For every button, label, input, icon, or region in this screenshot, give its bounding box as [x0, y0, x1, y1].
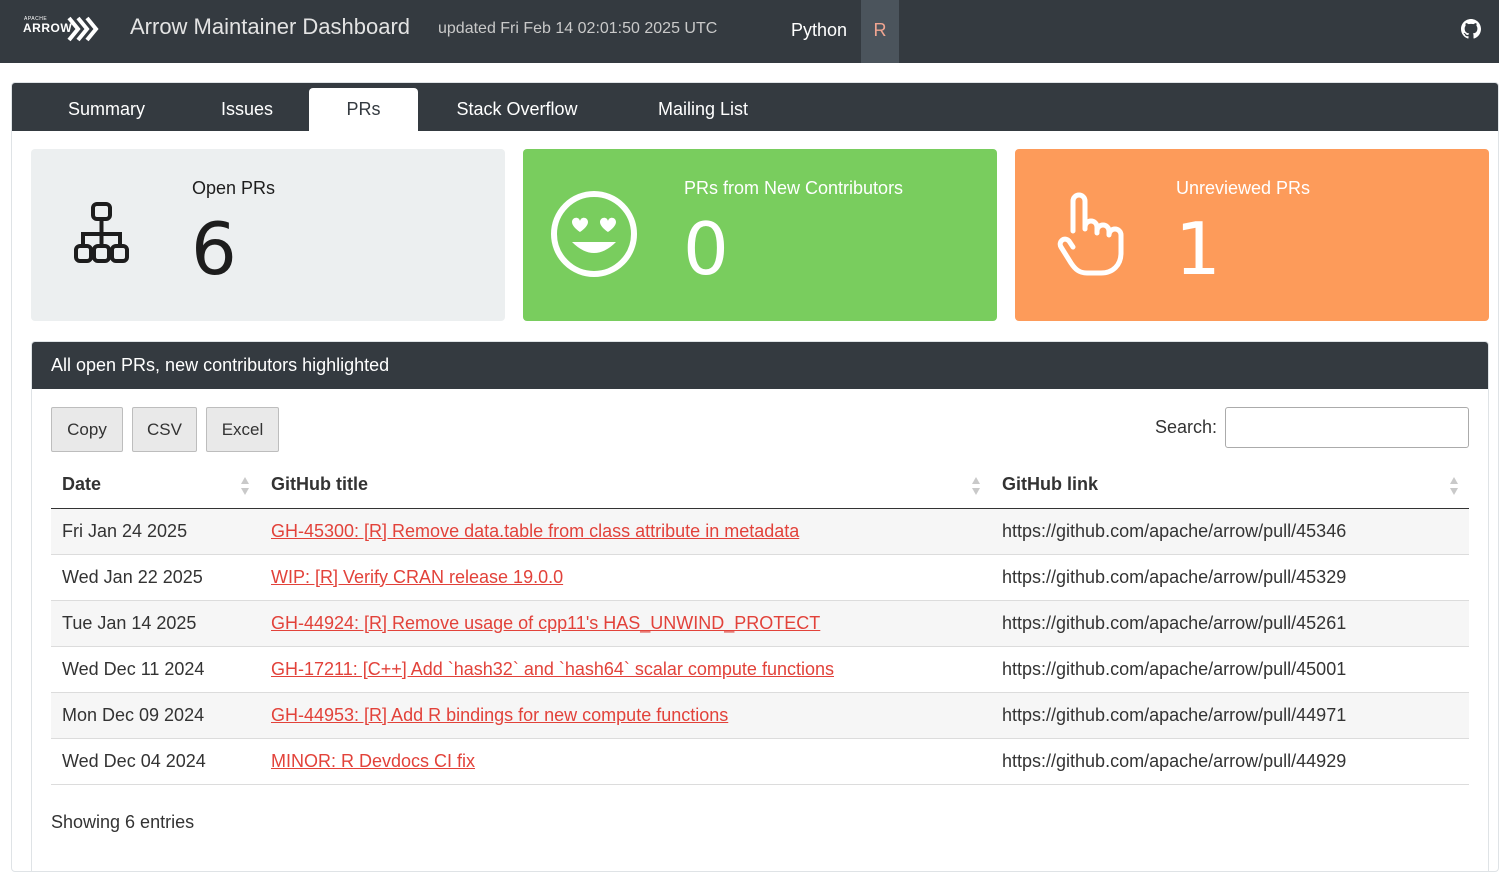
new-contributors-box: PRs from New Contributors 0: [523, 149, 997, 321]
top-navbar: APACHE ARROW Arrow Maintainer Dashboard …: [0, 0, 1499, 63]
column-header-title[interactable]: GitHub title: [260, 462, 991, 509]
row-link: https://github.com/apache/arrow/pull/452…: [991, 600, 1469, 647]
row-title-cell: GH-44953: [R] Add R bindings for new com…: [260, 692, 991, 739]
open-prs-box: Open PRs 6: [31, 149, 505, 321]
github-icon[interactable]: [1461, 19, 1481, 39]
sort-icon: [240, 477, 250, 495]
column-header-link[interactable]: GitHub link: [991, 462, 1469, 509]
search-input[interactable]: [1225, 407, 1469, 448]
tab-stack-overflow[interactable]: Stack Overflow: [442, 88, 592, 131]
unreviewed-prs-value: 1: [1175, 207, 1221, 291]
pr-title-link[interactable]: WIP: [R] Verify CRAN release 19.0.0: [271, 567, 563, 587]
pr-title-link[interactable]: GH-45300: [R] Remove data.table from cla…: [271, 521, 799, 541]
panel-title: All open PRs, new contributors highlight…: [32, 342, 1488, 389]
pr-title-link[interactable]: GH-17211: [C++] Add `hash32` and `hash64…: [271, 659, 834, 679]
csv-button[interactable]: CSV: [132, 407, 197, 452]
excel-button[interactable]: Excel: [206, 407, 279, 452]
row-date: Wed Dec 04 2024: [51, 738, 260, 785]
tab-bar: Summary Issues PRs Stack Overflow Mailin…: [12, 83, 1498, 131]
row-title-cell: WIP: [R] Verify CRAN release 19.0.0: [260, 554, 991, 601]
chevrons-icon: [67, 16, 99, 42]
open-prs-value: 6: [191, 207, 237, 291]
row-date: Fri Jan 24 2025: [51, 508, 260, 555]
table-row: Tue Jan 14 2025 GH-44924: [R] Remove usa…: [51, 600, 1469, 647]
hand-pointer-icon: [1057, 192, 1124, 276]
row-title-cell: GH-17211: [C++] Add `hash32` and `hash64…: [260, 646, 991, 693]
copy-button[interactable]: Copy: [51, 407, 123, 452]
table-row: Wed Dec 04 2024 MINOR: R Devdocs CI fix …: [51, 738, 1469, 785]
new-contributors-label: PRs from New Contributors: [684, 178, 904, 198]
table-info: Showing 6 entries: [51, 812, 195, 832]
row-date: Wed Jan 22 2025: [51, 554, 260, 601]
tab-prs[interactable]: PRs: [309, 88, 418, 131]
tab-mailing-list[interactable]: Mailing List: [642, 88, 764, 131]
sort-icon: [971, 477, 981, 495]
table-row: Wed Dec 11 2024 GH-17211: [C++] Add `has…: [51, 646, 1469, 693]
unreviewed-prs-box: Unreviewed PRs 1: [1015, 149, 1489, 321]
prs-table: Date GitHub title GitHub link Fri Jan 24…: [51, 462, 1469, 785]
row-link: https://github.com/apache/arrow/pull/450…: [991, 646, 1469, 693]
unreviewed-prs-label: Unreviewed PRs: [1176, 178, 1311, 198]
row-title-cell: GH-44924: [R] Remove usage of cpp11's HA…: [260, 600, 991, 647]
pr-title-link[interactable]: MINOR: R Devdocs CI fix: [271, 751, 475, 771]
new-contributors-value: 0: [683, 207, 729, 291]
tab-summary[interactable]: Summary: [49, 88, 164, 131]
pr-title-link[interactable]: GH-44953: [R] Add R bindings for new com…: [271, 705, 728, 725]
tab-issues[interactable]: Issues: [202, 88, 292, 131]
main-card: Summary Issues PRs Stack Overflow Mailin…: [11, 82, 1499, 872]
row-date: Mon Dec 09 2024: [51, 692, 260, 739]
row-link: https://github.com/apache/arrow/pull/449…: [991, 692, 1469, 739]
row-link: https://github.com/apache/arrow/pull/453…: [991, 554, 1469, 601]
table-row: Wed Jan 22 2025 WIP: [R] Verify CRAN rel…: [51, 554, 1469, 601]
row-link: https://github.com/apache/arrow/pull/453…: [991, 508, 1469, 555]
column-header-date[interactable]: Date: [51, 462, 260, 509]
nav-python[interactable]: Python: [776, 0, 862, 63]
search-label: Search:: [1155, 417, 1218, 437]
open-prs-panel: All open PRs, new contributors highlight…: [31, 341, 1489, 871]
row-title-cell: MINOR: R Devdocs CI fix: [260, 738, 991, 785]
open-prs-label: Open PRs: [192, 178, 276, 198]
table-row: Fri Jan 24 2025 GH-45300: [R] Remove dat…: [51, 508, 1469, 555]
row-title-cell: GH-45300: [R] Remove data.table from cla…: [260, 508, 991, 555]
row-link: https://github.com/apache/arrow/pull/449…: [991, 738, 1469, 785]
sitemap-icon: [74, 202, 129, 263]
table-row: Mon Dec 09 2024 GH-44953: [R] Add R bind…: [51, 692, 1469, 739]
dashboard-title[interactable]: Arrow Maintainer Dashboard: [130, 14, 410, 40]
grin-hearts-icon: [551, 191, 637, 277]
pr-title-link[interactable]: GH-44924: [R] Remove usage of cpp11's HA…: [271, 613, 820, 633]
arrow-logo[interactable]: APACHE ARROW: [20, 13, 102, 45]
row-date: Tue Jan 14 2025: [51, 600, 260, 647]
updated-timestamp: updated Fri Feb 14 02:01:50 2025 UTC: [438, 20, 718, 37]
sort-icon: [1449, 477, 1459, 495]
logo-word: ARROW: [23, 21, 73, 35]
nav-r[interactable]: R: [861, 0, 899, 63]
row-date: Wed Dec 11 2024: [51, 646, 260, 693]
